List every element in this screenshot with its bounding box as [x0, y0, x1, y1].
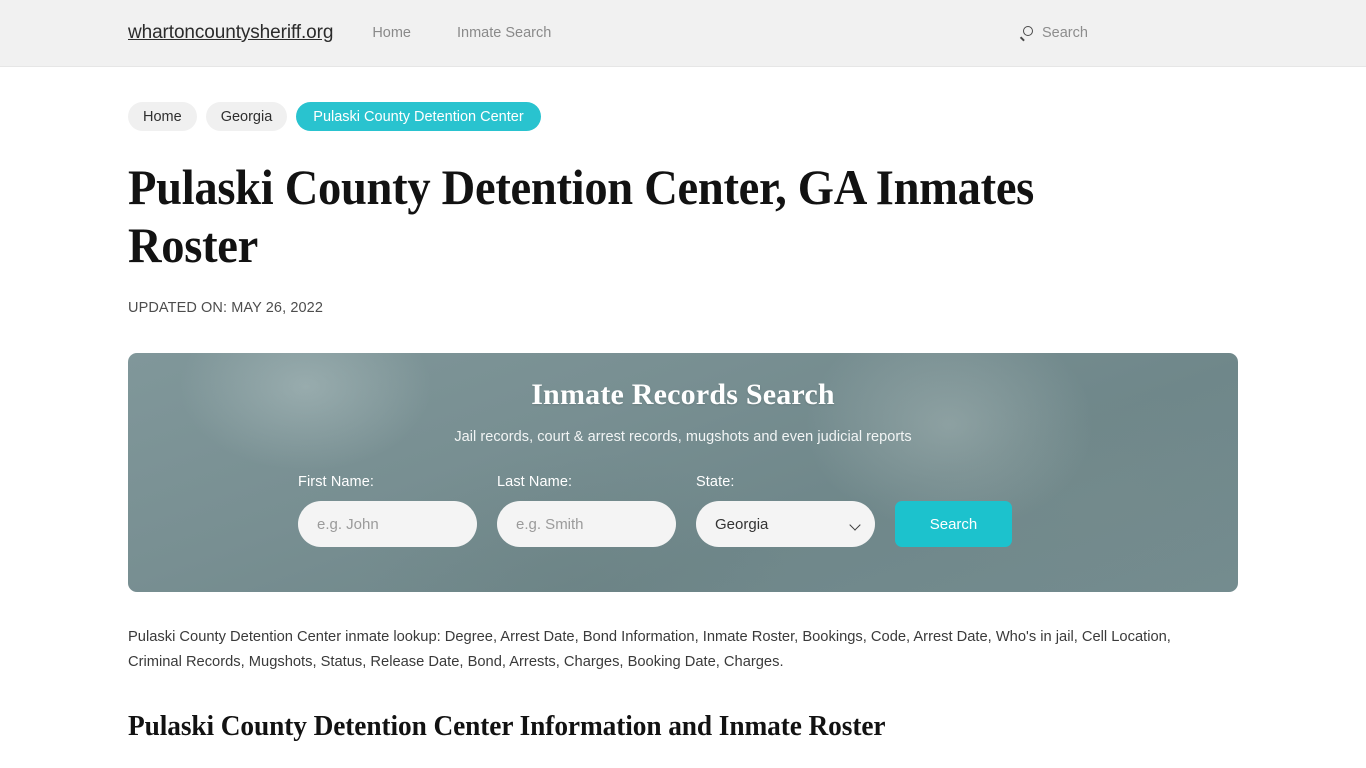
field-first-name: First Name:	[298, 474, 477, 547]
site-header: whartoncountysheriff.org Home Inmate Sea…	[0, 0, 1366, 67]
search-submit-button[interactable]: Search	[895, 501, 1012, 547]
state-select[interactable]: Georgia	[696, 501, 875, 547]
first-name-label: First Name:	[298, 474, 375, 490]
search-panel-title: Inmate Records Search	[531, 378, 835, 411]
last-name-label: Last Name:	[497, 474, 573, 490]
page-title: Pulaski County Detention Center, GA Inma…	[128, 159, 1034, 273]
header-inner: whartoncountysheriff.org Home Inmate Sea…	[0, 22, 1366, 44]
inmate-search-form: First Name: Last Name: State: Georgia	[128, 474, 1238, 547]
page-content: Home Georgia Pulaski County Detention Ce…	[0, 102, 1366, 768]
search-panel-inner: Inmate Records Search Jail records, cour…	[128, 353, 1238, 592]
lead-paragraph: Pulaski County Detention Center inmate l…	[128, 629, 1171, 670]
header-search-trigger[interactable]: Search	[1020, 25, 1088, 42]
search-icon	[1020, 25, 1035, 42]
breadcrumb-item-current: Pulaski County Detention Center	[296, 102, 541, 131]
nav-link-home[interactable]: Home	[372, 25, 411, 41]
last-name-input[interactable]	[497, 501, 676, 547]
field-last-name: Last Name:	[497, 474, 676, 547]
field-state: State: Georgia	[696, 474, 875, 547]
breadcrumb-item-georgia[interactable]: Georgia	[205, 102, 288, 131]
breadcrumb-item-home[interactable]: Home	[128, 102, 197, 131]
updated-on-text: UPDATED ON: MAY 26, 2022	[128, 300, 323, 316]
first-name-input[interactable]	[298, 501, 477, 547]
header-search-label: Search	[1042, 25, 1088, 41]
main-navigation: Home Inmate Search	[372, 25, 551, 41]
section-heading: Pulaski County Detention Center Informat…	[128, 711, 886, 742]
inmate-records-search-panel: Inmate Records Search Jail records, cour…	[128, 353, 1238, 592]
section-paragraph: The Pulaski County Detention Center is o…	[128, 763, 1238, 768]
search-panel-subtitle: Jail records, court & arrest records, mu…	[454, 429, 912, 445]
state-label: State:	[696, 474, 735, 490]
nav-link-inmate-search[interactable]: Inmate Search	[457, 25, 551, 41]
site-brand[interactable]: whartoncountysheriff.org	[128, 22, 333, 44]
state-select-wrapper: Georgia	[696, 501, 875, 547]
breadcrumb: Home Georgia Pulaski County Detention Ce…	[128, 102, 1238, 131]
